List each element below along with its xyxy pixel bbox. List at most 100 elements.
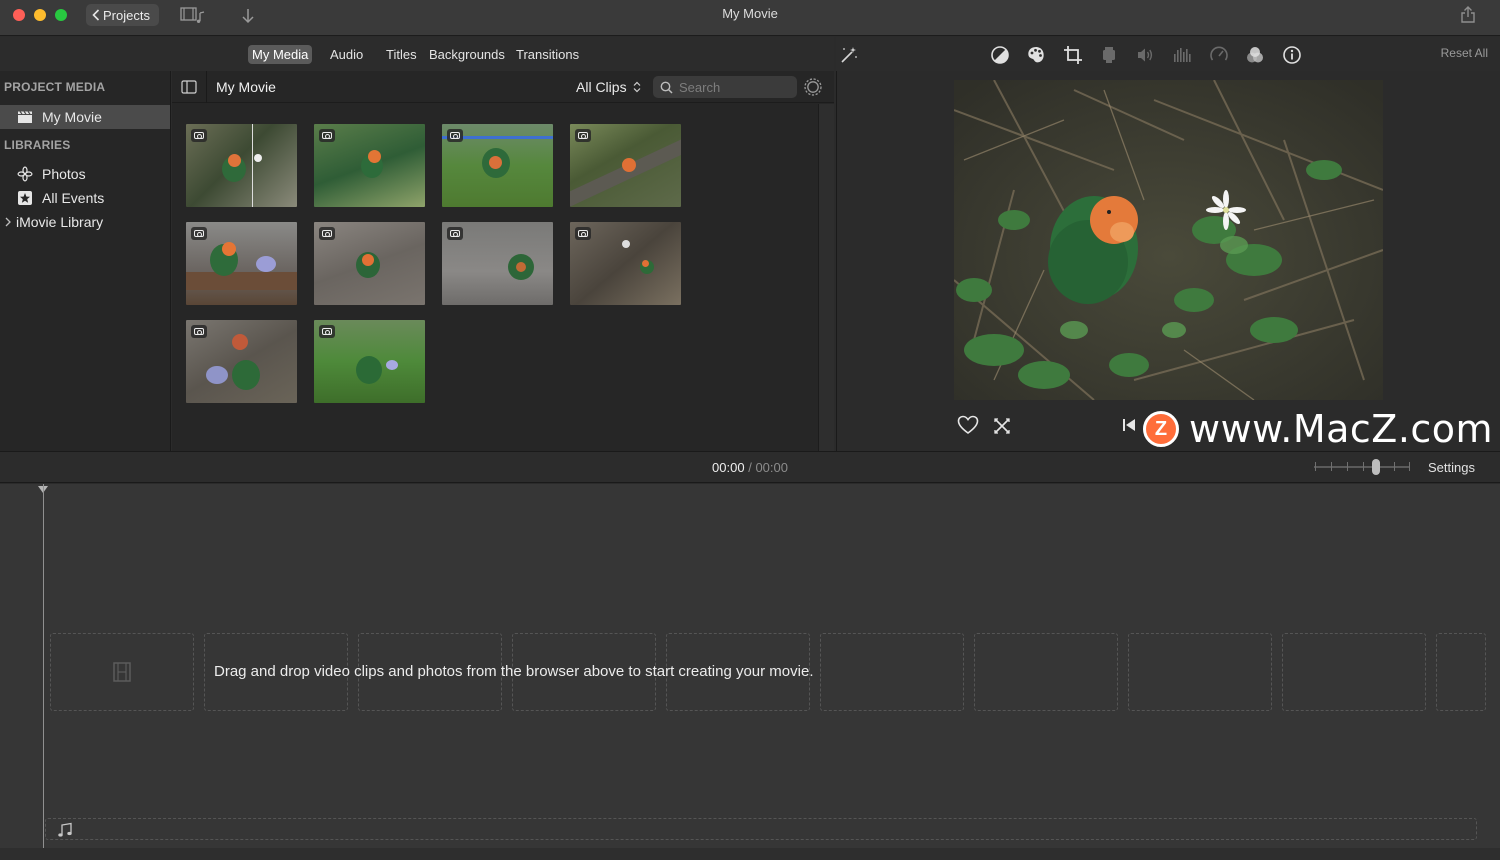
- color-balance-icon[interactable]: [990, 45, 1010, 65]
- search-icon: [660, 81, 673, 94]
- updown-chevron-icon: [633, 81, 641, 93]
- search-input[interactable]: [679, 79, 789, 95]
- clip-filter-value: All Clips: [576, 79, 627, 95]
- tab-my-media[interactable]: My Media: [248, 45, 313, 64]
- magic-wand-icon[interactable]: [839, 45, 859, 65]
- zoom-slider-knob[interactable]: [1372, 459, 1380, 475]
- sidebar-item-label: Photos: [42, 166, 86, 182]
- speed-gauge-icon: [1209, 45, 1229, 65]
- empty-clip-slot: [1282, 633, 1426, 711]
- timecode-display: 00:00 / 00:00: [0, 460, 1500, 475]
- empty-clip-slot: [1436, 633, 1486, 711]
- minimize-window-button[interactable]: [34, 9, 46, 21]
- sidebar-toggle-icon[interactable]: [181, 80, 197, 94]
- timeline-header: 00:00 / 00:00 Settings: [0, 451, 1500, 483]
- empty-clip-slot: [1128, 633, 1272, 711]
- media-thumbnail[interactable]: [186, 222, 297, 305]
- media-thumbnail[interactable]: [314, 320, 425, 403]
- sidebar-item-label: All Events: [42, 190, 105, 206]
- gear-icon[interactable]: [803, 77, 823, 97]
- media-thumbnail[interactable]: [186, 320, 297, 403]
- disclosure-icon[interactable]: [0, 217, 16, 227]
- empty-clip-slot: [820, 633, 964, 711]
- media-thumbnail[interactable]: [314, 124, 425, 207]
- libraries-sidebar: PROJECT MEDIA My Movie LIBRARIES Photos …: [0, 71, 171, 451]
- photo-icon: [191, 325, 207, 338]
- photo-icon: [575, 227, 591, 240]
- share-icon[interactable]: [1460, 6, 1476, 24]
- browser-title: My Movie: [216, 79, 276, 95]
- favorite-heart-icon[interactable]: [957, 415, 979, 435]
- clip-filter-popup[interactable]: All Clips: [576, 79, 641, 95]
- photo-icon: [191, 129, 207, 142]
- watermark-logo: Z: [1143, 411, 1179, 447]
- stabilization-camera-icon: [1099, 45, 1119, 65]
- watermark: Z www.MacZ.com: [1143, 407, 1493, 451]
- media-thumbnail[interactable]: [186, 124, 297, 207]
- timeline-drop-message: Drag and drop video clips and photos fro…: [214, 663, 814, 680]
- tab-transitions[interactable]: Transitions: [512, 45, 583, 64]
- info-icon[interactable]: [1282, 45, 1302, 65]
- timeline-zoom-slider[interactable]: [1314, 459, 1410, 475]
- tab-titles[interactable]: Titles: [382, 45, 421, 64]
- sidebar-item-my-movie[interactable]: My Movie: [0, 105, 170, 129]
- photo-icon: [319, 325, 335, 338]
- media-thumbnail[interactable]: [570, 222, 681, 305]
- timeline-settings-button[interactable]: Settings: [1428, 460, 1475, 475]
- reject-icon[interactable]: [992, 416, 1012, 436]
- equalizer-icon: [1172, 45, 1192, 65]
- timeline[interactable]: Drag and drop video clips and photos fro…: [0, 484, 1500, 860]
- sidebar-item-imovie-library[interactable]: iMovie Library: [0, 210, 170, 234]
- viewer: Z www.MacZ.com: [836, 71, 1500, 451]
- clapper-icon: [17, 109, 33, 125]
- bottom-bar: [0, 848, 1500, 860]
- sidebar-item-photos[interactable]: Photos: [0, 162, 170, 186]
- zoom-window-button[interactable]: [55, 9, 67, 21]
- preview-photo: [954, 80, 1383, 400]
- sidebar-item-label: My Movie: [42, 109, 102, 125]
- media-thumbnail[interactable]: [442, 124, 553, 207]
- empty-clip-slot: [974, 633, 1118, 711]
- projects-back-button[interactable]: Projects: [86, 4, 159, 26]
- project-media-header: PROJECT MEDIA: [4, 80, 106, 94]
- media-thumbnail[interactable]: [314, 222, 425, 305]
- browser-scrollbar[interactable]: [818, 104, 834, 451]
- clip-filter-icon[interactable]: [1245, 45, 1265, 65]
- chevron-left-icon: [92, 9, 100, 21]
- photo-icon: [447, 227, 463, 240]
- color-correction-palette-icon[interactable]: [1026, 45, 1046, 65]
- photo-icon: [319, 227, 335, 240]
- photo-icon: [447, 129, 463, 142]
- import-icon[interactable]: [240, 7, 256, 25]
- tab-backgrounds[interactable]: Backgrounds: [425, 45, 509, 64]
- media-browser: My Movie All Clips: [172, 71, 834, 451]
- crop-icon[interactable]: [1063, 45, 1083, 65]
- title-bar: Projects My Movie: [0, 0, 1500, 36]
- watermark-text: www.MacZ.com: [1189, 407, 1494, 451]
- sidebar-item-all-events[interactable]: All Events: [0, 186, 170, 210]
- search-field[interactable]: [653, 76, 797, 98]
- playhead[interactable]: [43, 484, 44, 850]
- reset-all-button[interactable]: Reset All: [1441, 46, 1488, 60]
- photo-icon: [575, 129, 591, 142]
- photos-icon: [17, 166, 33, 182]
- star-icon: [17, 190, 33, 206]
- photo-icon: [191, 227, 207, 240]
- time-separator: /: [748, 460, 752, 475]
- libraries-header: LIBRARIES: [4, 138, 71, 152]
- close-window-button[interactable]: [13, 9, 25, 21]
- preview-image: [954, 80, 1383, 400]
- adjustments-toolbar: Reset All: [836, 37, 1500, 71]
- media-browser-icon[interactable]: [180, 6, 206, 24]
- music-note-icon: [58, 822, 72, 837]
- photo-icon: [319, 129, 335, 142]
- volume-icon: [1135, 45, 1155, 65]
- media-thumbnail[interactable]: [442, 222, 553, 305]
- media-thumbnail[interactable]: [570, 124, 681, 207]
- tab-audio[interactable]: Audio: [326, 45, 367, 64]
- skip-to-start-icon[interactable]: [1121, 417, 1137, 433]
- browser-header: My Movie All Clips: [172, 71, 834, 103]
- total-time: 00:00: [755, 460, 788, 475]
- window-title: My Movie: [722, 6, 778, 21]
- media-tab-bar: My Media Audio Titles Backgrounds Transi…: [0, 37, 834, 71]
